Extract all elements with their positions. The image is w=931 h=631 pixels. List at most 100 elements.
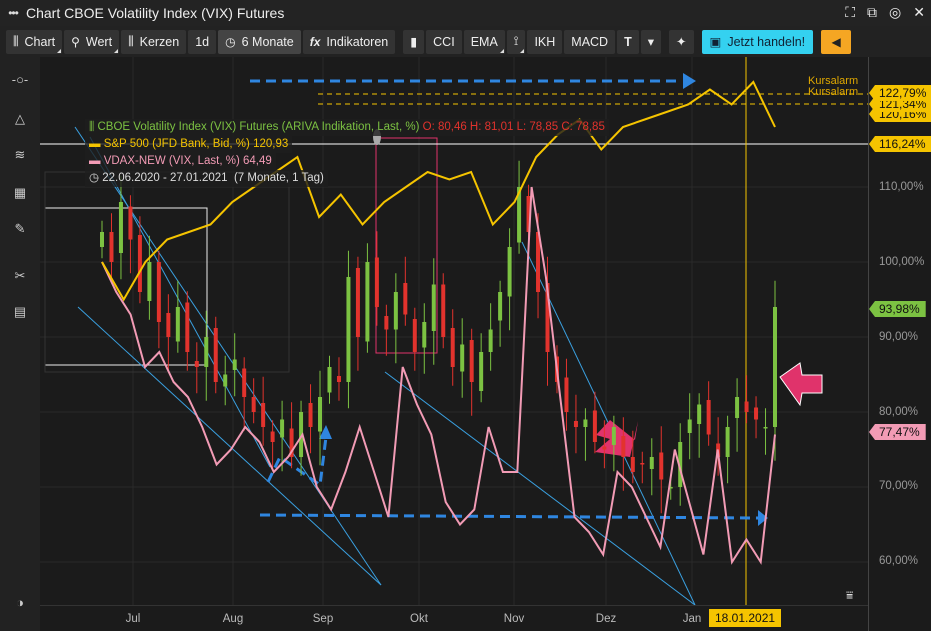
candle (393, 292, 398, 330)
tools-icon[interactable]: ✂ (0, 262, 40, 290)
price-alert-label[interactable]: Kursalarm (808, 87, 858, 98)
triangle-tool-icon[interactable]: △ (0, 105, 40, 133)
chart-type-button[interactable]: ⫼ Chart (6, 29, 63, 54)
legend-vdax-value: 64,49 (243, 155, 272, 167)
legend-swatch: ▬ (89, 155, 104, 167)
candle (754, 407, 759, 420)
candle (564, 377, 569, 412)
x-tick: Dez (595, 613, 617, 625)
candles-button[interactable]: ⫼ Kerzen (121, 29, 187, 54)
candle (592, 410, 597, 442)
candle (365, 262, 370, 342)
legend-spx-name: S&P 500 (JFD Bank, Bid, %) (103, 138, 250, 150)
candle (147, 262, 152, 301)
price-tag-alert-1: 122,79% (869, 85, 931, 101)
interval-button[interactable]: 1d (188, 29, 217, 54)
value-button[interactable]: ⚲ Wert (64, 29, 120, 54)
text-tool-icon[interactable]: ▦ (0, 179, 40, 207)
cci-button[interactable]: CCI (426, 29, 462, 54)
rectangle-drawing (44, 171, 290, 373)
dots-icon[interactable]: ••• (0, 6, 26, 20)
drawing-tool-button[interactable]: ⟟ (506, 29, 526, 54)
text-button[interactable]: T (617, 29, 639, 54)
range-text: 22.06.2020 - 27.01.2021 (102, 172, 228, 184)
more-dropdown[interactable]: ▾ (640, 29, 662, 54)
candle (128, 206, 133, 240)
settings-icon[interactable]: ◎ (889, 4, 901, 21)
drawing-sidebar: -○- △ ≋ ▦ ✎ ✂ ▤ ◑ (0, 57, 40, 631)
layers-icon[interactable]: ▤ (0, 298, 40, 326)
candle (270, 431, 275, 442)
pen-tool-icon[interactable]: ✎ (0, 215, 40, 243)
value-label: Wert (85, 34, 113, 49)
legend-spx[interactable]: ▬ S&P 500 (JFD Bank, Bid, %) 120,93 (85, 136, 293, 153)
x-tick: Aug (222, 613, 244, 625)
y-tick: 100,00% (879, 256, 925, 268)
candle (460, 344, 465, 372)
chart-plot[interactable]: ⫼ CBOE Volatility Index (VIX) Futures (A… (40, 57, 868, 605)
x-tick: Jul (125, 613, 141, 625)
candle (602, 446, 607, 450)
spx-line (101, 80, 776, 302)
crosshair-date-badge: 18.01.2021 (709, 609, 782, 627)
candle (137, 235, 142, 292)
collapse-button[interactable]: ◀ (821, 29, 852, 54)
candle (374, 257, 379, 307)
candle (175, 307, 180, 342)
magic-button[interactable]: ✦ (669, 29, 694, 54)
candle (355, 268, 360, 337)
candle (232, 359, 237, 370)
candle (469, 340, 474, 382)
fullscreen-icon[interactable]: ⛶ (845, 4, 855, 21)
candle (687, 419, 692, 433)
y-tick: 110,00% (879, 181, 924, 193)
candle (327, 367, 332, 393)
legend-vix-name: CBOE Volatility Index (VIX) Futures (ARI… (97, 121, 420, 133)
legend-spx-value: 120,93 (253, 138, 289, 150)
chevron-down-icon: ▾ (647, 35, 655, 49)
legend-vdax[interactable]: ▬ VDAX-NEW (VIX, Last, %) 64,49 (85, 153, 276, 170)
candle (204, 337, 209, 367)
fib-tool-icon[interactable]: ≋ (0, 141, 40, 169)
candle (412, 319, 417, 352)
trade-button[interactable]: ▣ Jetzt handeln! (701, 29, 814, 54)
candle (725, 427, 730, 457)
ikh-button[interactable]: IKH (527, 29, 563, 54)
price-tag-vix: 93,98% (869, 301, 926, 317)
candle (479, 352, 484, 391)
candle (280, 419, 285, 438)
candle (156, 262, 161, 322)
toolbar: ⫼ Chart ⚲ Wert ⫼ Kerzen 1d ◷ 6 Monate fx Indi… (0, 26, 931, 57)
candle (261, 403, 266, 427)
y-axis[interactable]: 110,00% 100,00% 90,00% 80,00% 70,00% 60,… (868, 57, 931, 631)
scroll-end-icon[interactable]: ⩸ (846, 588, 853, 603)
chart-label: Chart (24, 34, 56, 49)
candle (649, 457, 654, 469)
legend-vix-ohlc: O: 80,46 H: 81,01 L: 78,85 C: 78,85 (422, 121, 605, 133)
candle (763, 427, 768, 429)
legend-range: ◷ 22.06.2020 - 27.01.2021 (7 Monate, 1 T… (85, 170, 328, 187)
candle (630, 457, 635, 472)
theme-icon[interactable]: ◑ (0, 588, 40, 616)
bookmark-button[interactable]: ▮ (403, 29, 425, 54)
candle (336, 376, 341, 382)
x-axis[interactable]: Jul Aug Sep Okt Nov Dez Jan 18.01.2021 (40, 605, 868, 631)
candle (346, 277, 351, 382)
period-label: 6 Monate (241, 34, 294, 49)
legend-vix[interactable]: ⫼ CBOE Volatility Index (VIX) Futures (A… (85, 119, 609, 136)
ema-button[interactable]: EMA (463, 29, 505, 54)
search-icon: ⚲ (71, 34, 80, 49)
range-detail: (7 Monate, 1 Tag) (233, 172, 324, 184)
crosshair-tool-icon[interactable]: -○- (0, 65, 40, 93)
candle (422, 322, 427, 348)
candle (100, 232, 104, 247)
period-button[interactable]: ◷ 6 Monate (218, 29, 301, 54)
macd-button[interactable]: MACD (564, 29, 616, 54)
indicators-label: Indikatoren (326, 34, 389, 49)
candle (431, 284, 436, 331)
popout-icon[interactable]: ⧉ (867, 4, 877, 21)
rectangle-drawing (44, 207, 208, 366)
close-icon[interactable]: ✕ (913, 4, 925, 21)
indicators-button[interactable]: fx Indikatoren (302, 29, 396, 54)
candle (507, 247, 512, 297)
